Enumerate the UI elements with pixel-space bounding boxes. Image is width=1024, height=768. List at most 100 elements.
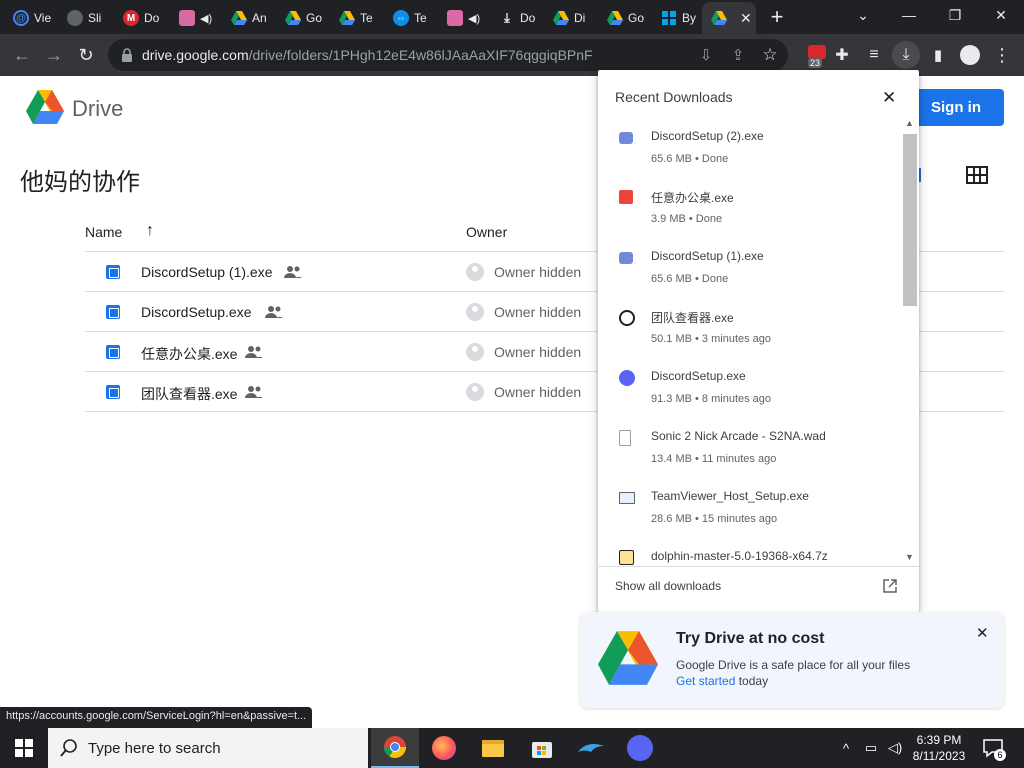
- share-icon[interactable]: ⇪: [724, 41, 752, 69]
- download-item[interactable]: Sonic 2 Nick Arcade - S2NA.wad 13.4 MB •…: [598, 422, 902, 482]
- tab-mega[interactable]: M Do: [114, 4, 170, 32]
- address-bar[interactable]: drive.google.com/drive/folders/1PHgh12eE…: [108, 39, 788, 71]
- download-item[interactable]: 任意办公桌.exe 3.9 MB • Done: [598, 182, 902, 242]
- archive-icon: [619, 550, 634, 565]
- start-button[interactable]: [0, 728, 48, 768]
- avatar-icon: [179, 10, 195, 26]
- get-started-link[interactable]: Get started: [676, 674, 735, 688]
- file-explorer-taskbar-icon[interactable]: [469, 728, 517, 768]
- downloads-list: DiscordSetup (2).exe 65.6 MB • Done 任意办公…: [598, 122, 902, 566]
- anydesk-icon: [619, 190, 633, 204]
- file-name: DiscordSetup (1).exe: [141, 264, 273, 280]
- file-owner: Owner hidden: [494, 264, 582, 280]
- globe-icon: [67, 10, 83, 26]
- close-icon[interactable]: ✕: [882, 88, 896, 108]
- install-app-icon[interactable]: ⇩: [692, 41, 720, 69]
- firefox-taskbar-icon[interactable]: [420, 728, 468, 768]
- tab-download[interactable]: ⤓ Do: [490, 4, 544, 32]
- download-meta: 13.4 MB • 11 minutes ago: [651, 453, 777, 465]
- drive-brand[interactable]: Drive: [72, 96, 123, 122]
- close-icon[interactable]: ✕: [976, 624, 989, 642]
- download-meta: 3.9 MB • Done: [651, 213, 723, 225]
- back-button[interactable]: ←: [8, 41, 36, 69]
- scrollbar-thumb[interactable]: [903, 134, 917, 306]
- media-queue-icon[interactable]: ≡: [860, 41, 888, 69]
- sort-up-icon[interactable]: ↑: [146, 222, 154, 240]
- file-name: DiscordSetup.exe: [141, 304, 252, 320]
- minimize-button[interactable]: —: [886, 0, 932, 30]
- tab-active-drive[interactable]: ✕: [702, 2, 756, 34]
- tab-audio-1[interactable]: ◀): [170, 4, 222, 32]
- download-item[interactable]: 团队查看器.exe 50.1 MB • 3 minutes ago: [598, 302, 902, 362]
- download-name: TeamViewer_Host_Setup.exe: [651, 489, 809, 503]
- tray-overflow-icon[interactable]: ^: [836, 728, 856, 768]
- download-item[interactable]: TeamViewer_Host_Setup.exe 28.6 MB • 15 m…: [598, 482, 902, 542]
- chrome-taskbar-icon[interactable]: [371, 728, 419, 768]
- promo-text: Google Drive is a safe place for all you…: [676, 658, 911, 672]
- dolphin-taskbar-icon[interactable]: [567, 728, 615, 768]
- windows-taskbar: Type here to search ^ ▭ ◁) 6:39 PM 8/11/…: [0, 728, 1024, 768]
- discord-taskbar-icon[interactable]: [616, 728, 664, 768]
- download-meta: 65.6 MB • Done: [651, 153, 729, 165]
- new-tab-button[interactable]: +: [765, 6, 789, 30]
- try-drive-promo: Try Drive at no cost Google Drive is a s…: [580, 612, 1004, 708]
- bookmark-star-icon[interactable]: ☆: [756, 41, 784, 69]
- exe-file-icon: [106, 305, 120, 319]
- close-tab-icon[interactable]: ✕: [740, 10, 752, 27]
- download-item[interactable]: dolphin-master-5.0-19368-x64.7z: [598, 542, 902, 566]
- show-all-downloads-link[interactable]: Show all downloads: [615, 579, 721, 593]
- kebab-menu-icon[interactable]: ⋮: [988, 41, 1016, 69]
- discord-icon: [619, 132, 633, 144]
- forward-button[interactable]: →: [40, 41, 68, 69]
- scroll-down-icon[interactable]: ▼: [905, 552, 914, 562]
- network-icon[interactable]: ▭: [860, 728, 882, 768]
- url-text: drive.google.com/drive/folders/1PHgh12eE…: [142, 47, 593, 63]
- tab-sli[interactable]: Sli: [58, 4, 114, 32]
- exe-file-icon: [106, 265, 120, 279]
- ublock-icon[interactable]: [808, 45, 826, 59]
- owner-avatar: [466, 383, 484, 401]
- downloads-button[interactable]: ⤓: [892, 41, 920, 69]
- sign-in-button[interactable]: Sign in: [908, 89, 1004, 126]
- download-name: 任意办公桌.exe: [651, 191, 734, 205]
- downloads-title: Recent Downloads: [615, 89, 733, 105]
- drive-logo-icon[interactable]: [26, 90, 64, 124]
- tab-windows[interactable]: By: [652, 4, 702, 32]
- download-meta: 50.1 MB • 3 minutes ago: [651, 333, 772, 345]
- status-bar-url: https://accounts.google.com/ServiceLogin…: [0, 707, 313, 728]
- store-taskbar-icon[interactable]: [518, 728, 566, 768]
- tab-teamviewer[interactable]: ⇔ Te: [384, 4, 438, 32]
- speaker-icon[interactable]: ◀): [200, 12, 212, 25]
- tab-audio-2[interactable]: ◀): [438, 4, 490, 32]
- tab-drive-an[interactable]: An: [222, 4, 276, 32]
- external-link-icon[interactable]: [883, 579, 897, 593]
- windows-icon: [661, 10, 677, 26]
- extensions-puzzle-icon[interactable]: ✚: [828, 41, 856, 69]
- profile-avatar[interactable]: [956, 41, 984, 69]
- extension-badge: 23: [808, 58, 823, 68]
- restore-button[interactable]: ❐: [932, 0, 978, 30]
- tab-search-icon[interactable]: ⌄: [840, 0, 886, 30]
- side-panel-icon[interactable]: ▮: [924, 41, 952, 69]
- reload-button[interactable]: ↻: [72, 41, 100, 69]
- tab-drive-di[interactable]: Di: [544, 4, 598, 32]
- close-window-button[interactable]: ✕: [978, 0, 1024, 30]
- owner-avatar: [466, 343, 484, 361]
- taskbar-clock[interactable]: 6:39 PM 8/11/2023: [900, 732, 978, 764]
- download-meta: 28.6 MB • 15 minutes ago: [651, 513, 778, 525]
- column-name-header[interactable]: Name: [85, 224, 122, 240]
- grid-view-icon[interactable]: [966, 166, 988, 184]
- tab-vie[interactable]: @ Vie: [4, 4, 58, 32]
- scroll-up-icon[interactable]: ▲: [905, 118, 914, 128]
- tab-drive-go-2[interactable]: Go: [598, 4, 652, 32]
- download-item[interactable]: DiscordSetup (1).exe 65.6 MB • Done: [598, 242, 902, 302]
- taskbar-search[interactable]: Type here to search: [48, 728, 368, 768]
- shared-people-icon: [265, 306, 283, 318]
- owner-avatar: [466, 263, 484, 281]
- tab-drive-te[interactable]: Te: [330, 4, 384, 32]
- speaker-icon[interactable]: ◀): [468, 12, 480, 25]
- tab-drive-go[interactable]: Go: [276, 4, 330, 32]
- download-item[interactable]: DiscordSetup.exe 91.3 MB • 8 minutes ago: [598, 362, 902, 422]
- download-item[interactable]: DiscordSetup (2).exe 65.6 MB • Done: [598, 122, 902, 182]
- column-owner-header: Owner: [466, 224, 508, 240]
